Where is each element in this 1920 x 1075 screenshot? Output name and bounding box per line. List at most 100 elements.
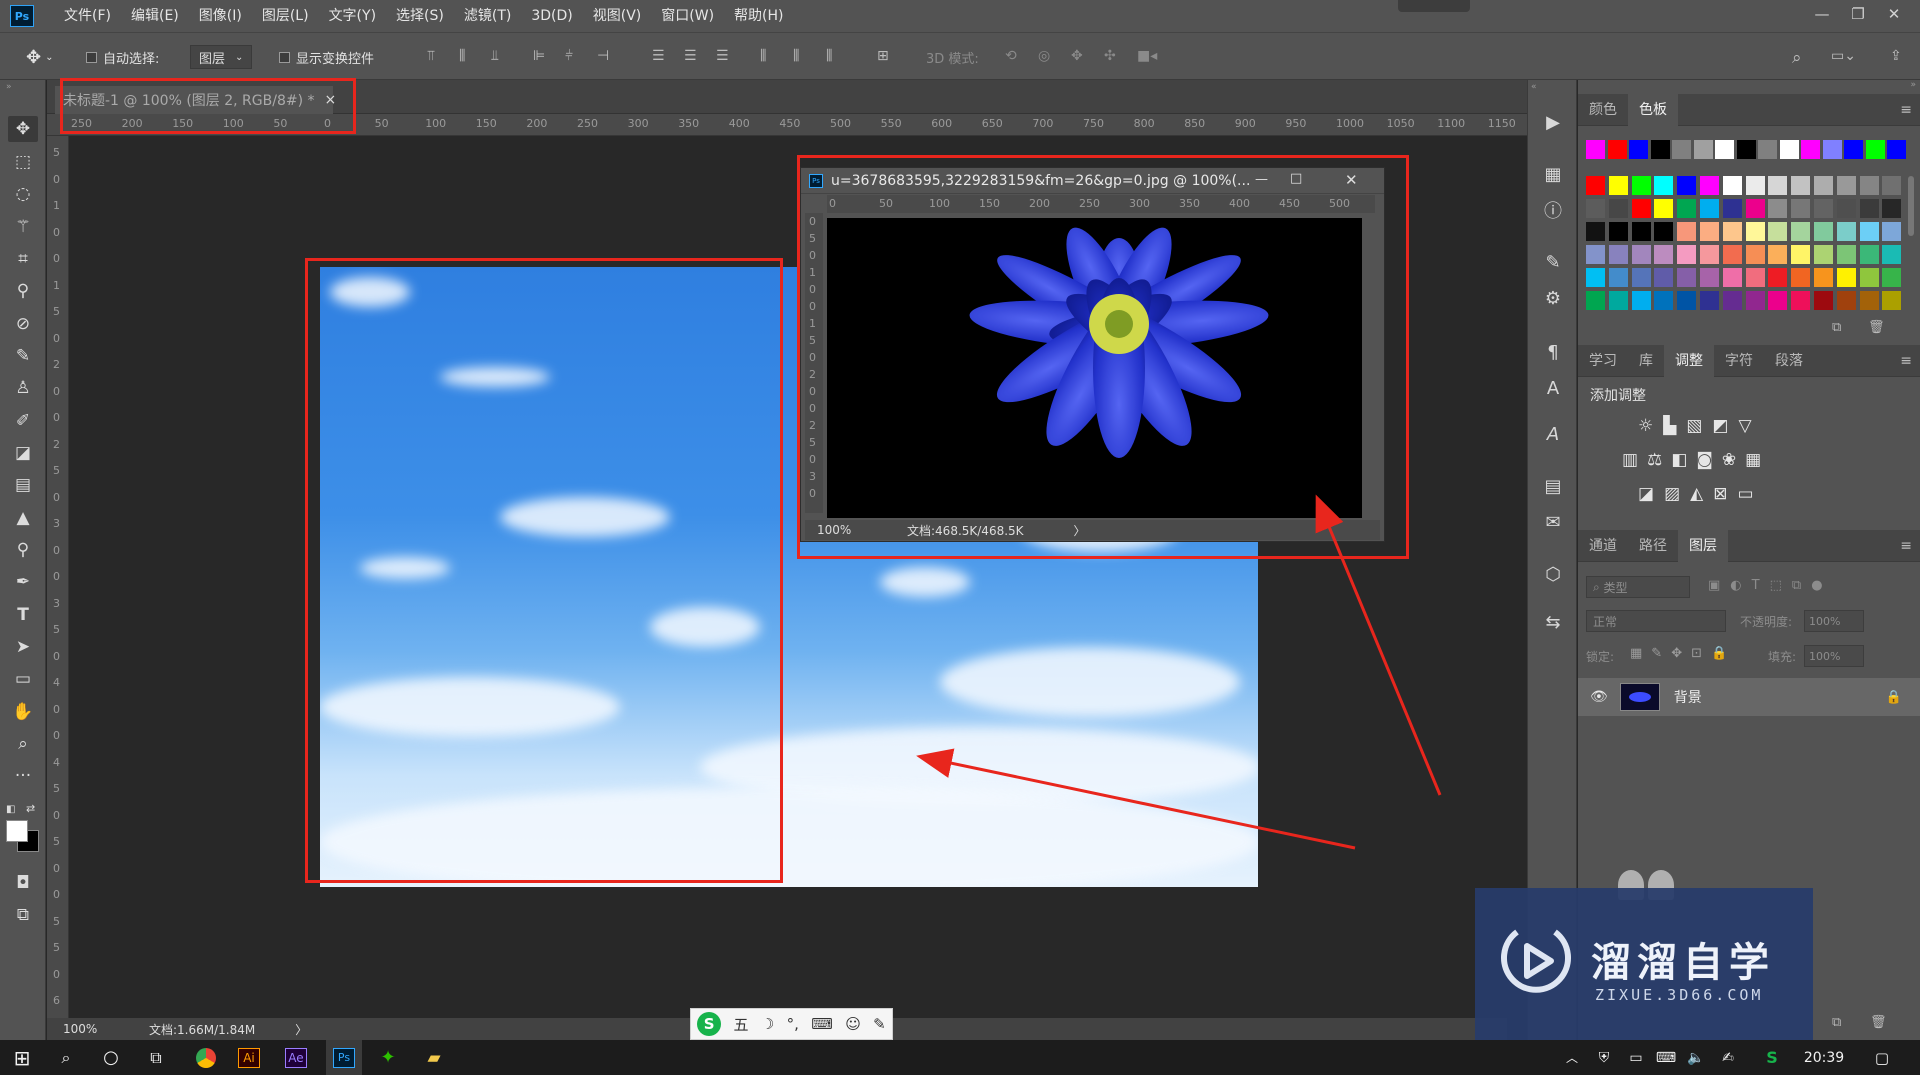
tab-swatches[interactable]: 色板	[1628, 93, 1678, 126]
swatch[interactable]	[1745, 176, 1765, 195]
swatch[interactable]	[1586, 222, 1605, 241]
swatch[interactable]	[1822, 140, 1842, 159]
lock-transparent-icon[interactable]: ▦	[1630, 646, 1651, 661]
visibility-eye-icon[interactable]: 👁	[1590, 689, 1608, 705]
opacity-field[interactable]: 100%	[1804, 610, 1864, 632]
tab-paragraph[interactable]: 段落	[1764, 345, 1814, 377]
swatch[interactable]	[1887, 140, 1906, 159]
swatch[interactable]	[1882, 199, 1902, 218]
swatch[interactable]	[1654, 199, 1674, 218]
layer-row[interactable]: 👁 背景 🔒	[1578, 678, 1920, 716]
ime-wubi[interactable]: 五	[733, 1014, 748, 1035]
brightness-icon[interactable]: ☼	[1638, 416, 1663, 436]
swatch[interactable]	[1631, 199, 1651, 218]
swatch[interactable]	[1586, 291, 1605, 310]
swatch[interactable]	[1608, 291, 1628, 310]
swatch[interactable]	[1586, 176, 1605, 195]
swatch[interactable]	[1586, 245, 1605, 264]
delete-layer-icon[interactable]: 🗑	[1870, 1015, 1887, 1030]
threshold-icon[interactable]: ◭	[1690, 484, 1713, 504]
exposure-icon[interactable]: ◩	[1712, 416, 1738, 436]
swatch[interactable]	[1859, 268, 1879, 287]
swatch[interactable]	[1654, 291, 1674, 310]
properties-icon[interactable]: ▤	[1538, 472, 1568, 500]
swatch[interactable]	[1608, 245, 1628, 264]
selective-color-icon[interactable]: ⊠	[1713, 484, 1737, 504]
swatch[interactable]	[1814, 222, 1833, 241]
panel-menu-icon[interactable]: ≡	[1900, 102, 1912, 118]
volume-icon[interactable]: 🔈	[1682, 1045, 1710, 1070]
swatch[interactable]	[1607, 140, 1627, 159]
swatch[interactable]	[1768, 199, 1788, 218]
swatch[interactable]	[1631, 268, 1651, 287]
swatch[interactable]	[1836, 176, 1856, 195]
lock-position-icon[interactable]: ✥	[1671, 646, 1691, 661]
swatch[interactable]	[1882, 222, 1902, 241]
lock-all-icon[interactable]: 🔒	[1711, 646, 1736, 661]
swatch[interactable]	[1722, 268, 1742, 287]
illustrator-icon[interactable]: Ai	[238, 1048, 260, 1068]
swatch[interactable]	[1700, 176, 1719, 195]
swatch[interactable]	[1745, 199, 1765, 218]
swatch[interactable]	[1677, 268, 1697, 287]
after-effects-icon[interactable]: Ae	[285, 1048, 307, 1068]
ime-keyboard-icon[interactable]: ⌨	[811, 1015, 833, 1033]
swatch[interactable]	[1791, 222, 1811, 241]
tab-adjustments[interactable]: 调整	[1664, 344, 1714, 377]
pen-icon[interactable]: ✍	[1714, 1045, 1742, 1070]
layer-name[interactable]: 背景	[1674, 687, 1702, 707]
filter-adjust-icon[interactable]: ◐	[1730, 578, 1751, 593]
swatch[interactable]	[1677, 176, 1697, 195]
status-arrow[interactable]: 〉	[295, 1021, 307, 1038]
tab-learn[interactable]: 学习	[1578, 345, 1628, 377]
swatch[interactable]	[1882, 268, 1902, 287]
swatch[interactable]	[1722, 291, 1742, 310]
swatch[interactable]	[1631, 245, 1651, 264]
photoshop-task-button[interactable]: Ps	[326, 1040, 362, 1075]
swatch[interactable]	[1801, 140, 1820, 159]
character-style-icon[interactable]: A	[1538, 374, 1568, 402]
swatch[interactable]	[1882, 291, 1902, 310]
ime-punctuation-icon[interactable]: °,	[787, 1015, 799, 1033]
network-icon[interactable]: ⌨	[1652, 1045, 1680, 1070]
color-lookup-icon[interactable]: ▦	[1745, 450, 1770, 470]
swatch[interactable]	[1586, 199, 1605, 218]
swatch[interactable]	[1608, 268, 1628, 287]
swatch[interactable]	[1722, 245, 1742, 264]
gradient-map-icon[interactable]: ▭	[1737, 484, 1763, 504]
swatch[interactable]	[1608, 222, 1628, 241]
filter-smart-icon[interactable]: ⧉	[1792, 578, 1811, 593]
swatch[interactable]	[1654, 268, 1674, 287]
paragraph-style-icon[interactable]: ¶	[1538, 338, 1568, 366]
swatch[interactable]	[1608, 199, 1628, 218]
color-balance-icon[interactable]: ⚖	[1647, 450, 1671, 470]
channel-mixer-icon[interactable]: ❀	[1722, 450, 1745, 470]
swatch[interactable]	[1650, 140, 1670, 159]
swatch[interactable]	[1722, 176, 1742, 195]
swatch[interactable]	[1779, 140, 1799, 159]
filter-shape-icon[interactable]: ⬚	[1770, 578, 1792, 593]
swatch[interactable]	[1791, 291, 1811, 310]
swatch[interactable]	[1700, 245, 1719, 264]
info-icon[interactable]: ⓘ	[1538, 196, 1568, 224]
swatch[interactable]	[1836, 222, 1856, 241]
swatch[interactable]	[1629, 140, 1648, 159]
levels-icon[interactable]: ▙	[1663, 416, 1686, 436]
swatch[interactable]	[1836, 199, 1856, 218]
swatch[interactable]	[1859, 176, 1879, 195]
swatch[interactable]	[1654, 176, 1674, 195]
swatch[interactable]	[1814, 176, 1833, 195]
swatch[interactable]	[1859, 245, 1879, 264]
chrome-icon[interactable]	[192, 1045, 220, 1070]
lock-pixels-icon[interactable]: ✎	[1651, 646, 1671, 661]
swatch[interactable]	[1859, 291, 1879, 310]
swatch[interactable]	[1745, 245, 1765, 264]
sogou-tray-icon[interactable]: S	[1758, 1045, 1786, 1070]
tab-character[interactable]: 字符	[1714, 345, 1764, 377]
fill-field[interactable]: 100%	[1804, 645, 1864, 667]
swatch[interactable]	[1586, 140, 1605, 159]
swatch[interactable]	[1700, 291, 1719, 310]
tab-channels[interactable]: 通道	[1578, 530, 1628, 562]
swatch[interactable]	[1768, 222, 1788, 241]
swatch[interactable]	[1631, 291, 1651, 310]
